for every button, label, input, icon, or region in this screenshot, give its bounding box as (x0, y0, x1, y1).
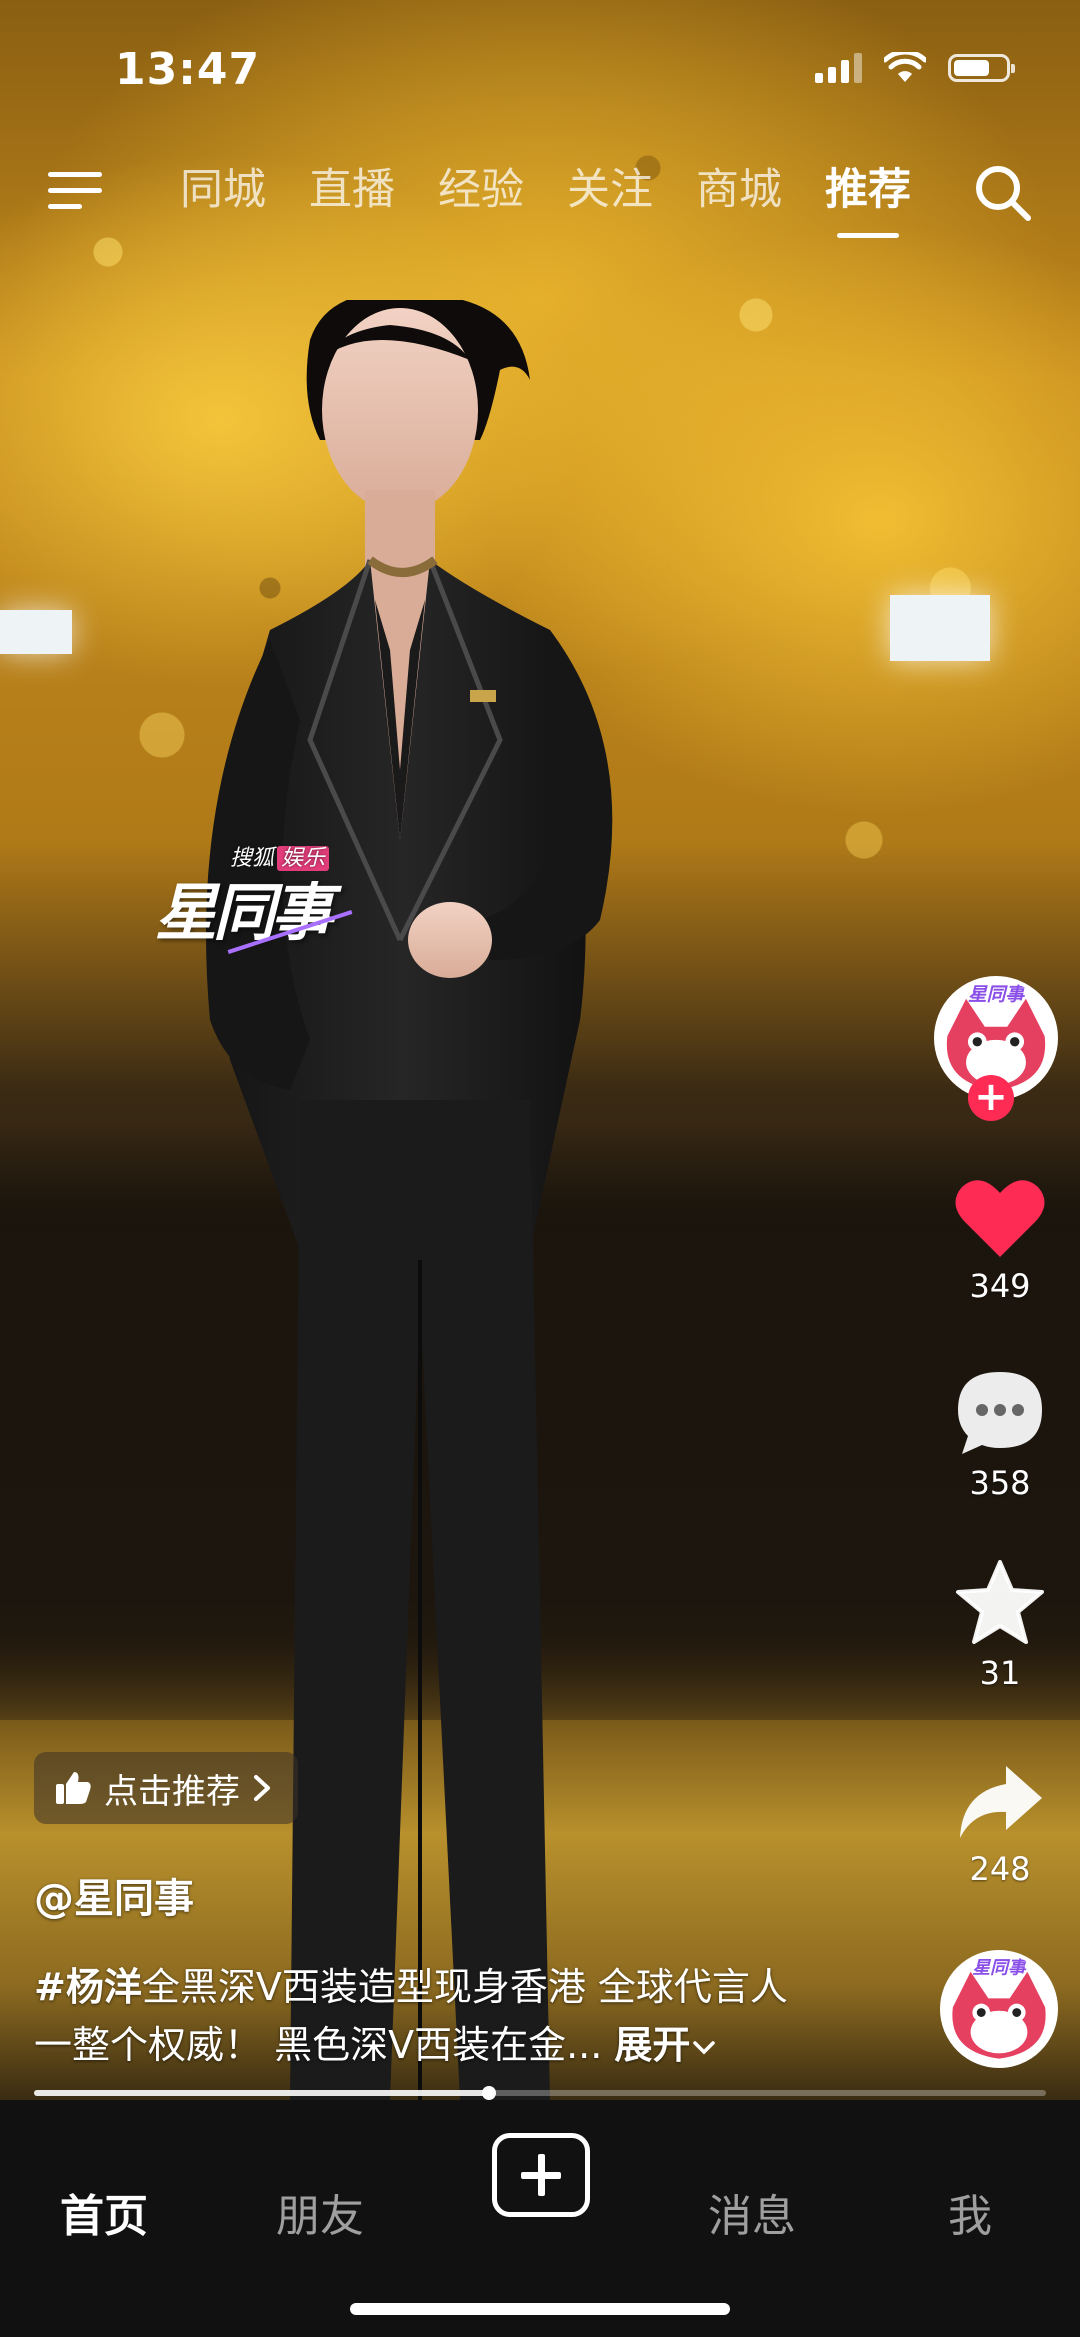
comment-button[interactable]: 358 (930, 1368, 1070, 1502)
svg-text:星同事: 星同事 (968, 984, 1027, 1006)
share-button[interactable]: 248 (930, 1762, 1070, 1888)
expand-button[interactable]: 展开 (614, 2023, 716, 2067)
recommend-label: 点击推荐 (104, 1771, 240, 1812)
progress-knob[interactable] (482, 2086, 496, 2100)
chevron-down-icon (693, 2040, 716, 2054)
follow-button[interactable]: + (968, 1075, 1014, 1121)
like-count: 349 (969, 1267, 1031, 1305)
favorite-button[interactable]: 31 (930, 1558, 1070, 1692)
tab-mall[interactable]: 商城 (696, 160, 782, 220)
tab-following[interactable]: 关注 (567, 160, 653, 220)
nav-friends[interactable]: 朋友 (276, 2180, 364, 2244)
feed-tabs: 同城 直播 经验 关注 商城 推荐 (180, 160, 911, 238)
hamburger-menu-icon[interactable] (48, 168, 108, 216)
heart-icon (955, 1180, 1045, 1257)
cellular-signal-icon (815, 53, 862, 83)
share-arrow-icon (960, 1766, 1042, 1838)
battery-icon (948, 54, 1015, 82)
wall-light (890, 595, 990, 661)
share-count: 248 (969, 1850, 1031, 1888)
nav-home[interactable]: 首页 (60, 2180, 148, 2244)
chevron-right-icon (254, 1775, 270, 1801)
recommend-chip[interactable]: 点击推荐 (34, 1752, 298, 1824)
comment-icon (958, 1372, 1042, 1454)
status-icons (815, 52, 1015, 84)
nav-me[interactable]: 我 (948, 2180, 992, 2244)
like-button[interactable]: 349 (930, 1175, 1070, 1305)
comment-count: 358 (969, 1464, 1031, 1502)
home-indicator (350, 2303, 730, 2315)
watermark-main: 星同事 (155, 876, 333, 949)
person-in-black-suit (206, 300, 613, 2100)
create-plus-button[interactable] (492, 2133, 590, 2217)
hashtag-link[interactable]: #杨洋 (34, 1965, 142, 2009)
music-disc-avatar[interactable]: 星同事 (940, 1950, 1058, 2068)
author-name[interactable]: @星同事 (34, 1866, 194, 1924)
fox-mascot-icon: 星同事 (944, 1954, 1054, 2064)
wifi-icon (884, 52, 926, 82)
svg-text:星同事: 星同事 (972, 1958, 1028, 1979)
nav-messages[interactable]: 消息 (708, 2180, 796, 2244)
top-navigation: 同城 直播 经验 关注 商城 推荐 (0, 150, 1080, 240)
progress-fill (34, 2090, 489, 2096)
watermark-logo: 搜狐 娱乐 星同事 (155, 840, 355, 954)
tab-same-city[interactable]: 同城 (180, 160, 266, 220)
favorite-count: 31 (979, 1654, 1021, 1692)
status-time: 13:47 (115, 44, 261, 95)
tab-experience[interactable]: 经验 (438, 160, 524, 220)
star-icon (956, 1560, 1044, 1644)
tab-live[interactable]: 直播 (309, 160, 395, 220)
wall-light (0, 610, 72, 654)
search-icon[interactable] (972, 162, 1032, 222)
video-progress-bar[interactable] (34, 2086, 1046, 2100)
thumbs-up-icon (56, 1772, 91, 1804)
video-caption: #杨洋全黑深V西装造型现身香港 全球代言人一整个权威！ 黑色深V西装在金... … (34, 1958, 814, 2074)
tab-recommend[interactable]: 推荐 (825, 160, 911, 238)
